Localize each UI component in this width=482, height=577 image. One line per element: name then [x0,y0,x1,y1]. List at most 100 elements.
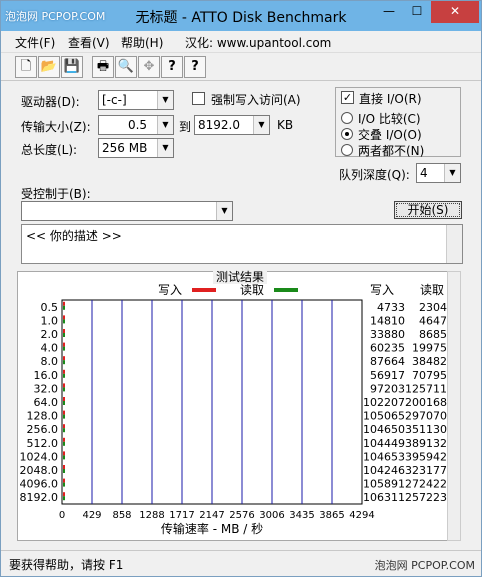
read-bar [63,360,65,365]
results-panel: 测试结果 写入 读取 写入 读取 0 429 858 1288 1717 2147 2576 3006… [17,270,461,541]
move-icon[interactable]: ✥ [138,56,160,78]
chevron-down-icon[interactable]: ▼ [157,139,173,157]
write-value: 105891 [363,478,405,491]
print-icon[interactable]: 🖶 [92,56,114,78]
category-label: 256.0 [27,423,59,436]
read-column-header: 读取 [420,283,444,297]
context-help-icon[interactable]: ? [184,56,206,78]
category-label: 64.0 [34,396,59,409]
write-bar [63,329,65,333]
results-chart: 写入 读取 写入 读取 0 429 858 1288 1717 2147 2576 3006 3435 3… [20,283,455,536]
read-bar [63,373,65,378]
queue-depth-value: 4 [420,166,428,180]
read-bar [63,441,65,446]
total-length-select[interactable]: 256 MB ▼ [98,138,174,158]
chevron-down-icon[interactable]: ▼ [157,91,173,109]
neither-radio[interactable] [341,144,353,156]
x-tick-label: 3435 [289,510,314,521]
write-value: 104650 [363,423,405,436]
read-bar [63,455,65,460]
queue-depth-select[interactable]: 4 ▼ [416,163,461,183]
transfer-size-label: 传输大小(Z): [21,120,91,134]
status-bar: 要获得帮助，请按 F1 泡泡网 PCPOP.COM [1,550,481,576]
help-icon[interactable]: ? [161,56,183,78]
legend-read-swatch [274,288,298,292]
force-write-checkbox[interactable] [192,92,205,105]
menu-view[interactable]: 查看(V) [68,34,110,51]
overlap-io-radio[interactable] [341,128,353,140]
x-tick-label: 858 [112,510,131,521]
x-tick-label: 3865 [319,510,344,521]
category-label: 32.0 [34,382,59,395]
menu-bar: 文件(F) 查看(V) 帮助(H) 汉化: www.upantool.com [1,31,481,53]
io-compare-radio[interactable] [341,112,353,124]
transfer-from-select[interactable]: 0.5 ▼ [98,115,174,135]
drive-select[interactable]: [-c-] ▼ [98,90,174,110]
read-bar [63,428,65,433]
minimize-button[interactable]: — [375,1,403,23]
write-bar [63,465,65,469]
write-value: 104449 [363,437,405,450]
to-label: 到 [179,120,192,134]
chevron-down-icon[interactable]: ▼ [157,116,173,134]
read-bar [63,333,65,337]
menu-file[interactable]: 文件(F) [15,34,55,51]
category-label: 8192.0 [20,491,59,504]
category-label: 4096.0 [20,478,59,491]
write-value: 97203 [370,382,405,395]
toolbar: 🗋 📂 💾 🖶 🔍 ✥ ? ? [1,53,481,81]
open-folder-icon[interactable]: 📂 [38,56,60,78]
write-value: 56917 [370,369,405,382]
controlled-by-select[interactable]: ▼ [21,201,233,221]
write-value: 104653 [363,450,405,463]
new-file-icon[interactable]: 🗋 [15,56,37,78]
transfer-from-value: 0.5 [127,118,148,132]
x-tick-label: 2576 [229,510,254,521]
x-tick-label: 1288 [139,510,164,521]
menu-help[interactable]: 帮助(H) [121,34,163,51]
start-button[interactable]: 开始(S) [394,201,462,219]
category-label: 2048.0 [20,464,59,477]
category-label: 2.0 [41,328,59,341]
category-label: 4.0 [41,342,59,355]
neither-label: 两者都不(N) [358,144,425,158]
drive-label: 驱动器(D): [21,95,80,109]
write-value: 105065 [363,410,405,423]
description-text: << 你的描述 >> [26,229,122,243]
write-bar [63,410,65,415]
overlap-io-label: 交叠 I/O(O) [358,128,422,142]
results-scrollbar[interactable] [447,271,461,541]
controlled-by-label: 受控制于(B): [21,187,91,201]
drive-value: [-c-] [102,93,127,107]
write-bar [63,315,65,320]
read-bar [63,387,65,392]
category-label: 16.0 [34,369,59,382]
chevron-down-icon[interactable]: ▼ [216,202,232,220]
print-preview-icon[interactable]: 🔍 [115,56,137,78]
io-compare-label: I/O 比较(C) [358,112,421,126]
read-bar [63,496,65,501]
kb-label: KB [277,118,294,132]
results-title: 测试结果 [212,270,267,284]
maximize-button[interactable]: ☐ [403,1,431,23]
description-scrollbar[interactable] [446,225,462,263]
legend-write-label: 写入 [158,283,182,297]
write-value: 14810 [370,314,405,327]
write-bar [63,437,65,442]
status-watermark: 泡泡网 PCPOP.COM [374,559,475,572]
x-tick-label: 0 [59,510,65,521]
total-length-value: 256 MB [102,141,148,155]
read-bar [63,346,65,351]
chevron-down-icon[interactable]: ▼ [444,164,460,182]
io-options-group: I/O 比较(C) 交叠 I/O(O) 两者都不(N) [335,87,461,158]
write-bar [63,478,65,483]
close-button[interactable]: ✕ [431,1,479,23]
menu-localization[interactable]: 汉化: www.upantool.com [185,34,331,51]
save-icon[interactable]: 💾 [61,56,83,78]
category-label: 128.0 [27,410,59,423]
chevron-down-icon[interactable]: ▼ [253,116,269,134]
description-textarea[interactable]: << 你的描述 >> [21,224,463,264]
status-text: 要获得帮助，请按 F1 [9,558,124,572]
transfer-to-select[interactable]: 8192.0 ▼ [194,115,270,135]
title-bar[interactable]: 泡泡网 PCPOP.COM 无标题 - ATTO Disk Benchmark … [1,1,481,31]
